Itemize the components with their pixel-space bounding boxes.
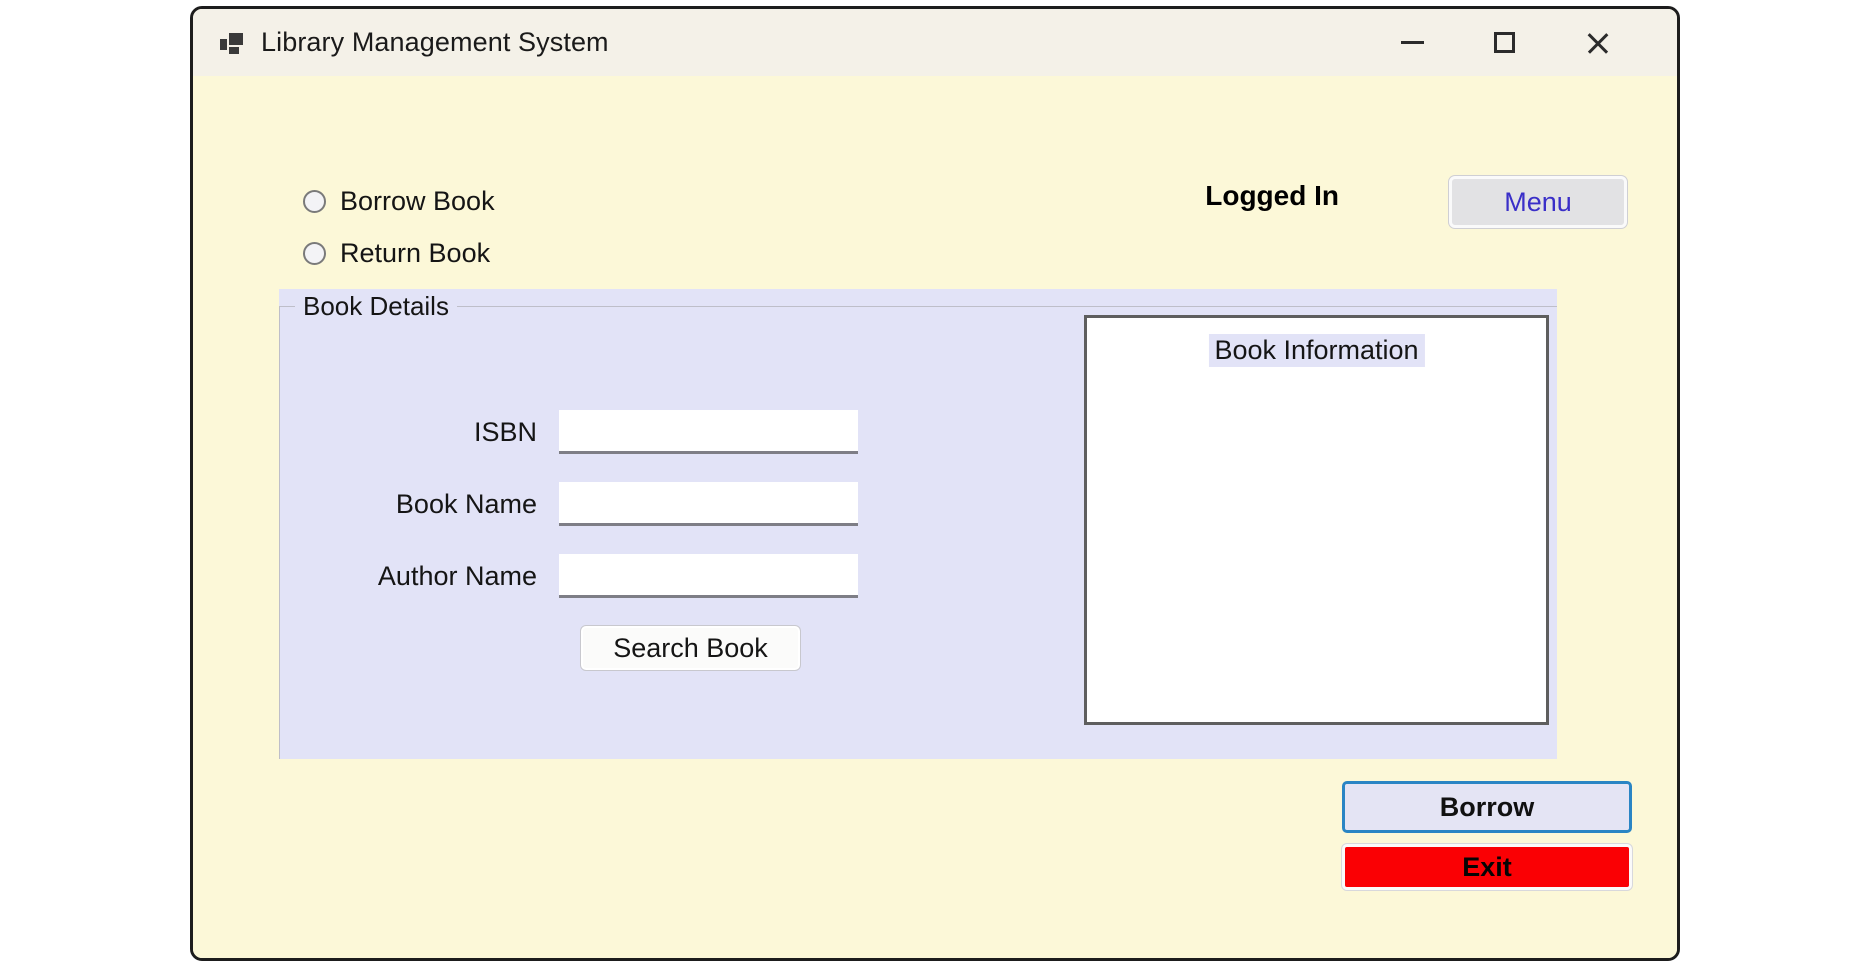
radio-return-book[interactable]: Return Book bbox=[303, 238, 490, 269]
client-area: Borrow Book Return Book Logged In Menu B… bbox=[193, 76, 1677, 958]
exit-button[interactable]: Exit bbox=[1342, 844, 1632, 890]
minimize-icon bbox=[1400, 41, 1424, 44]
window-title: Library Management System bbox=[261, 27, 609, 57]
author-name-input[interactable] bbox=[559, 554, 858, 598]
minimize-button[interactable] bbox=[1373, 9, 1451, 76]
radio-borrow-book-label: Borrow Book bbox=[340, 186, 495, 216]
group-border-left bbox=[279, 306, 280, 759]
radio-borrow-book[interactable]: Borrow Book bbox=[303, 186, 495, 217]
form-row-isbn: ISBN bbox=[309, 410, 858, 454]
radio-circle-icon bbox=[303, 190, 326, 213]
form-row-author-name: Author Name bbox=[309, 554, 858, 598]
form-row-book-name: Book Name bbox=[309, 482, 858, 526]
app-window-icon bbox=[220, 33, 246, 55]
isbn-label: ISBN bbox=[473, 416, 537, 447]
radio-circle-icon bbox=[303, 242, 326, 265]
login-status-label: Logged In bbox=[1205, 180, 1339, 211]
book-name-input[interactable] bbox=[559, 482, 858, 526]
close-button[interactable] bbox=[1559, 9, 1637, 76]
close-icon bbox=[1585, 30, 1611, 56]
group-border-top bbox=[279, 306, 1557, 307]
title-bar: Library Management System bbox=[193, 9, 1677, 76]
search-book-button[interactable]: Search Book bbox=[581, 626, 800, 670]
menu-button[interactable]: Menu bbox=[1449, 176, 1627, 228]
book-information-label: Book Information bbox=[1208, 334, 1425, 367]
maximize-icon bbox=[1493, 32, 1515, 53]
book-name-label: Book Name bbox=[395, 488, 537, 519]
book-information-panel[interactable]: Book Information bbox=[1084, 315, 1549, 725]
group-legend-book-details: Book Details bbox=[295, 289, 457, 323]
application-window: Library Management System Borrow Book Re… bbox=[190, 6, 1680, 961]
borrow-button[interactable]: Borrow bbox=[1342, 781, 1632, 833]
radio-return-book-label: Return Book bbox=[340, 238, 491, 268]
book-details-group: Book Details ISBN Book Name Author Name … bbox=[279, 289, 1557, 759]
isbn-input[interactable] bbox=[559, 410, 858, 454]
author-name-label: Author Name bbox=[377, 560, 537, 591]
maximize-button[interactable] bbox=[1465, 9, 1543, 76]
